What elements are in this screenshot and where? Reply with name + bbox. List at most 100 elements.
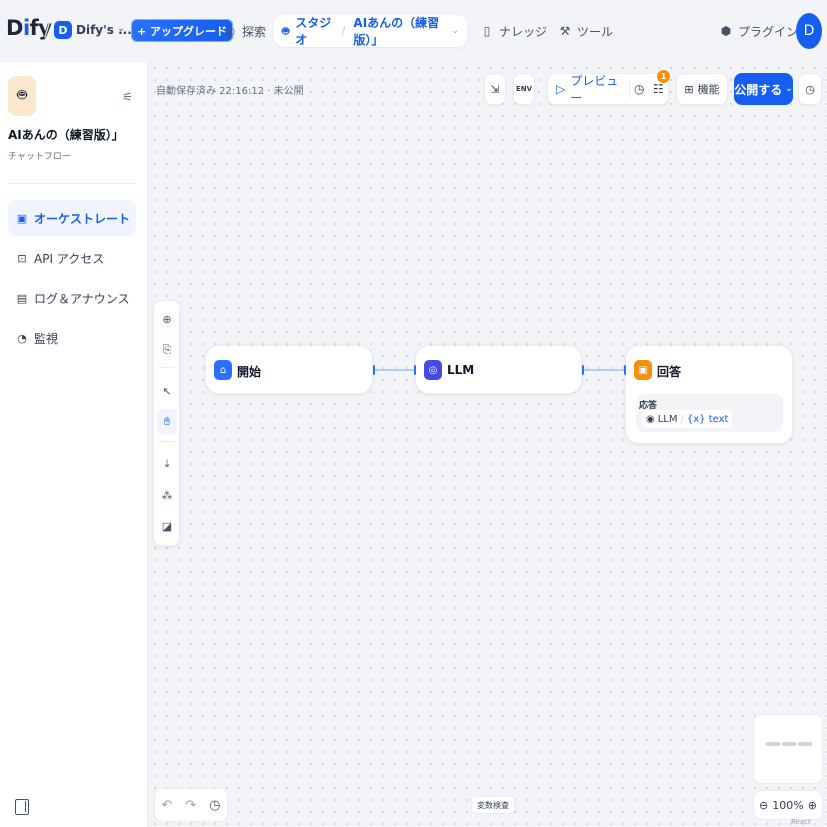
variable-source: LLM xyxy=(657,413,678,425)
toolbar-divider xyxy=(159,441,175,442)
pointer-icon[interactable]: ↖ xyxy=(157,381,177,401)
current-app-label[interactable]: AIあんの（練習版）」 xyxy=(353,14,445,48)
history-run-icon[interactable]: ◷ xyxy=(630,82,649,96)
book-icon: ▯ xyxy=(483,24,491,38)
minimap-node xyxy=(798,742,812,746)
node-title: 開始 xyxy=(237,365,262,379)
sidebar-item-label: オーケストレート xyxy=(34,211,131,226)
sidebar-item-logs[interactable]: ▤ ログ＆アナウンス xyxy=(8,280,136,316)
node-start[interactable]: ⌂ 開始 xyxy=(205,345,373,394)
features-button[interactable]: ⊞ 機能 xyxy=(676,73,728,105)
preview-toolbar: ▷ プレビュー ◷ ☷ xyxy=(547,73,669,105)
user-avatar[interactable]: D xyxy=(796,13,822,49)
sidebar-collapse-icon[interactable] xyxy=(15,799,29,815)
nav-knowledge[interactable]: ▯ ナレッジ xyxy=(481,20,547,42)
history-icon[interactable]: ◷ xyxy=(209,798,220,813)
app-type: チャットフロー xyxy=(8,152,71,162)
app-avatar-icon: 🤖︎ xyxy=(8,76,36,116)
nav-explore-label: 探索 xyxy=(242,24,267,39)
minimap-toggle-icon[interactable]: ◪ xyxy=(157,516,177,536)
sidebar-item-monitoring[interactable]: ◔ 監視 xyxy=(8,320,136,356)
import-dsl-button[interactable]: ⇲ xyxy=(484,73,506,105)
preview-button[interactable]: ▷ プレビュー xyxy=(548,74,630,105)
toolbar-divider xyxy=(159,367,175,368)
nav-tools[interactable]: ⚒︎ ツール xyxy=(559,20,613,42)
grid-icon: ⊞ xyxy=(684,82,694,96)
node-answer[interactable]: ▣ 回答 応答 ◉ LLM / {x} text xyxy=(625,345,793,444)
add-note-icon[interactable]: ⎘ xyxy=(157,340,177,360)
hammer-icon: ⚒︎ xyxy=(559,24,571,38)
node-title: 回答 xyxy=(657,365,682,379)
robot-icon: 🤖︎ xyxy=(282,23,290,38)
zoom-control[interactable]: ⊖ 100% ⊕ xyxy=(753,790,823,820)
sidebar-item-label: ログ＆アナウンス xyxy=(34,291,130,306)
node-llm[interactable]: ◎ LLM xyxy=(415,345,582,394)
nav-studio-label: スタジオ xyxy=(295,16,332,47)
app-title: AIあんの（練習版）」 xyxy=(8,128,124,142)
workflow-canvas[interactable]: 自動保存済み 22:16:12 · 未公開 ⇲ ENV ▷ プレビュー ◷ ☷ … xyxy=(149,62,827,827)
publish-label: 公開する xyxy=(734,82,783,97)
history-icon: ◷ xyxy=(805,82,815,96)
publish-button[interactable]: 公開する ⌄ xyxy=(734,73,793,105)
nav-plugins[interactable]: ⬢ プラグイン xyxy=(720,20,798,42)
node-title: LLM xyxy=(447,363,475,377)
sidebar-item-orchestrate[interactable]: ▣ オーケストレート xyxy=(8,200,136,236)
organize-blocks-icon[interactable]: ⁂ xyxy=(157,485,177,505)
undo-icon[interactable]: ↶ xyxy=(161,798,172,813)
home-icon: ⌂ xyxy=(214,360,232,380)
node-input-handle[interactable] xyxy=(624,365,626,375)
minimap-node xyxy=(766,742,780,746)
chevron-down-icon[interactable]: ⌄ xyxy=(451,26,459,36)
env-label: ENV xyxy=(515,85,533,93)
llm-icon: ◎ xyxy=(424,360,442,380)
nav-knowledge-label: ナレッジ xyxy=(499,24,548,39)
node-input-handle[interactable] xyxy=(414,365,416,375)
edge-start-llm[interactable] xyxy=(374,369,415,371)
variable-inspect-button[interactable]: 変数検査 xyxy=(471,796,515,814)
layout-icon: ▣ xyxy=(16,211,28,225)
sidebar-item-label: 監視 xyxy=(34,331,59,346)
react-flow-attribution[interactable]: React Flow xyxy=(791,818,827,827)
sidebar-item-api-access[interactable]: ⊡ API アクセス xyxy=(8,240,136,276)
zoom-in-icon[interactable]: ⊕ xyxy=(808,799,817,812)
llm-icon: ◉ xyxy=(646,413,655,425)
redo-icon[interactable]: ↷ xyxy=(185,798,196,813)
settings-icon[interactable]: ⚟ xyxy=(122,90,133,104)
breadcrumb-separator: / xyxy=(341,24,346,38)
nav-plugins-label: プラグイン xyxy=(738,24,799,39)
nav-explore[interactable]: ◎ 探索 xyxy=(224,20,266,42)
variable-name: {x} text xyxy=(686,413,729,425)
compass-icon: ◎ xyxy=(224,24,236,38)
hand-icon[interactable]: ✋︎ xyxy=(157,409,177,435)
node-output-handle[interactable] xyxy=(582,365,584,375)
nav-studio[interactable]: 🤖︎ スタジオ / AIあんの（練習版）」 ⌄ xyxy=(274,15,467,47)
file-list-icon: ▤ xyxy=(16,291,28,305)
zoom-level: 100% xyxy=(772,798,804,812)
answer-icon: ▣ xyxy=(634,360,652,380)
minimap[interactable] xyxy=(753,714,823,784)
gauge-icon: ◔ xyxy=(17,331,27,345)
chevron-down-icon: ⌄ xyxy=(785,84,793,94)
checklist-icon[interactable]: ☷ xyxy=(649,82,668,96)
preview-label: プレビュー xyxy=(570,74,619,105)
breadcrumb-separator: / xyxy=(44,20,51,41)
autosave-status: 自動保存済み 22:16:12 · 未公開 xyxy=(156,86,304,97)
version-history-button[interactable]: ◷ xyxy=(798,73,822,105)
env-button[interactable]: ENV xyxy=(513,73,535,105)
edge-llm-answer[interactable] xyxy=(583,369,625,371)
cube-icon: ⬢ xyxy=(720,24,732,38)
app-sidebar: 🤖︎ ⚟ AIあんの（練習版）」 チャットフロー ▣ オーケストレート ⊡ AP… xyxy=(0,62,148,827)
node-output-handle[interactable] xyxy=(373,365,375,375)
variable-separator: / xyxy=(680,413,684,425)
answer-variable-tag[interactable]: ◉ LLM / {x} text xyxy=(642,410,733,428)
sidebar-item-label: API アクセス xyxy=(34,251,105,266)
minimap-node xyxy=(782,742,796,746)
import-icon: ⇲ xyxy=(490,82,500,96)
upgrade-button[interactable]: + アップグレード xyxy=(131,19,234,42)
export-image-icon[interactable]: ⤓ xyxy=(157,454,177,474)
add-node-icon[interactable]: ⊕ xyxy=(157,309,177,329)
zoom-out-icon[interactable]: ⊖ xyxy=(759,799,768,812)
workspace-avatar[interactable]: D xyxy=(54,21,72,39)
checklist-badge: 1 xyxy=(657,70,670,83)
chevron-down-icon[interactable]: ⌄ xyxy=(117,23,125,34)
